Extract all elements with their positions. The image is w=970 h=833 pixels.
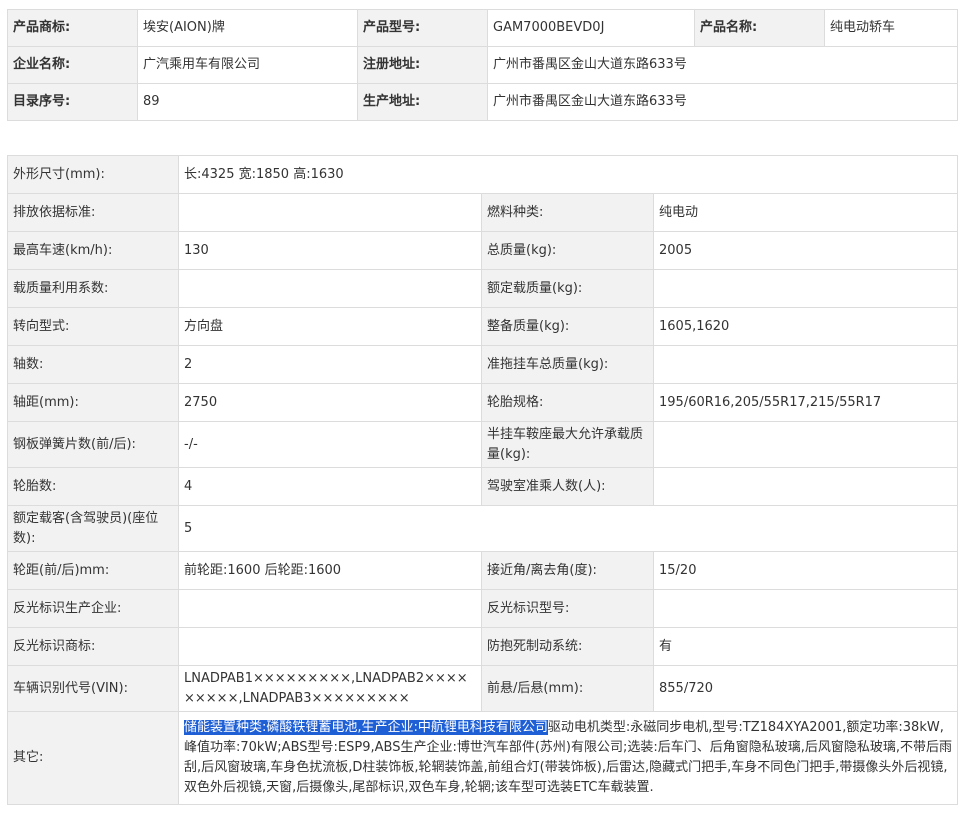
table-row: 其它: 储能装置种类:磷酸铁锂蓄电池,生产企业:中航锂电科技有限公司驱动电机类型…: [7, 711, 958, 805]
catalog-label: 目录序号:: [7, 83, 138, 121]
reflector-brand-value: [178, 627, 482, 666]
total-mass-label: 总质量(kg):: [481, 231, 654, 270]
reflector-model-label: 反光标识型号:: [481, 589, 654, 628]
spring-value: -/-: [178, 421, 482, 468]
prod-address-label: 生产地址:: [357, 83, 488, 121]
load-coef-label: 载质量利用系数:: [7, 269, 179, 308]
reflector-maker-label: 反光标识生产企业:: [7, 589, 179, 628]
tire-spec-value: 195/60R16,205/55R17,215/55R17: [653, 383, 958, 422]
other-value: 储能装置种类:磷酸铁锂蓄电池,生产企业:中航锂电科技有限公司驱动电机类型:永磁同…: [178, 711, 958, 805]
prod-address-value: 广州市番禺区金山大道东路633号: [487, 83, 958, 121]
table-row: 轴数: 2 准拖挂车总质量(kg):: [7, 345, 958, 384]
overhang-value: 855/720: [653, 665, 958, 712]
product-name-label: 产品名称:: [694, 9, 825, 47]
seats-label: 额定载客(含驾驶员)(座位数):: [7, 505, 179, 552]
reflector-model-value: [653, 589, 958, 628]
trailer-mass-value: [653, 345, 958, 384]
table-row: 载质量利用系数: 额定载质量(kg):: [7, 269, 958, 308]
abs-label: 防抱死制动系统:: [481, 627, 654, 666]
table-row: 转向型式: 方向盘 整备质量(kg): 1605,1620: [7, 307, 958, 346]
reflector-maker-value: [178, 589, 482, 628]
fuel-value: 纯电动: [653, 193, 958, 232]
steering-label: 转向型式:: [7, 307, 179, 346]
company-label: 企业名称:: [7, 46, 138, 84]
table-row: 轮距(前/后)mm: 前轮距:1600 后轮距:1600 接近角/离去角(度):…: [7, 551, 958, 590]
reg-address-label: 注册地址:: [357, 46, 488, 84]
catalog-value: 89: [137, 83, 358, 121]
selected-text-highlight[interactable]: 储能装置种类:磷酸铁锂蓄电池,生产企业:中航锂电科技有限公司: [184, 720, 548, 735]
spring-label: 钢板弹簧片数(前/后):: [7, 421, 179, 468]
fuel-label: 燃料种类:: [481, 193, 654, 232]
brand-label: 产品商标:: [7, 9, 138, 47]
speed-label: 最高车速(km/h):: [7, 231, 179, 270]
rated-load-value: [653, 269, 958, 308]
table-row: 最高车速(km/h): 130 总质量(kg): 2005: [7, 231, 958, 270]
cab-value: [653, 467, 958, 506]
table-row: 产品商标: 埃安(AION)牌 产品型号: GAM7000BEVD0J 产品名称…: [7, 9, 958, 47]
table-row: 额定载客(含驾驶员)(座位数): 5: [7, 505, 958, 552]
total-mass-value: 2005: [653, 231, 958, 270]
dimensions-value: 长:4325 宽:1850 高:1630: [178, 155, 958, 194]
curb-mass-label: 整备质量(kg):: [481, 307, 654, 346]
company-value: 广汽乘用车有限公司: [137, 46, 358, 84]
axles-label: 轴数:: [7, 345, 179, 384]
table-row: 排放依据标准: 燃料种类: 纯电动: [7, 193, 958, 232]
table-row: 目录序号: 89 生产地址: 广州市番禺区金山大道东路633号: [7, 83, 958, 121]
track-value: 前轮距:1600 后轮距:1600: [178, 551, 482, 590]
table-row: 车辆识别代号(VIN): LNADPAB1×××××××××,LNADPAB2×…: [7, 665, 958, 712]
product-name-value: 纯电动轿车: [824, 9, 958, 47]
reg-address-value: 广州市番禺区金山大道东路633号: [487, 46, 958, 84]
rated-load-label: 额定载质量(kg):: [481, 269, 654, 308]
brand-value: 埃安(AION)牌: [137, 9, 358, 47]
saddle-value: [653, 421, 958, 468]
table-row: 钢板弹簧片数(前/后): -/- 半挂车鞍座最大允许承载质量(kg):: [7, 421, 958, 468]
seats-value: 5: [178, 505, 958, 552]
model-value: GAM7000BEVD0J: [487, 9, 695, 47]
spec-table: 外形尺寸(mm): 长:4325 宽:1850 高:1630 排放依据标准: 燃…: [7, 155, 958, 805]
other-label: 其它:: [7, 711, 179, 805]
saddle-label: 半挂车鞍座最大允许承载质量(kg):: [481, 421, 654, 468]
speed-value: 130: [178, 231, 482, 270]
table-row: 轴距(mm): 2750 轮胎规格: 195/60R16,205/55R17,2…: [7, 383, 958, 422]
product-info-table: 产品商标: 埃安(AION)牌 产品型号: GAM7000BEVD0J 产品名称…: [7, 9, 958, 121]
overhang-label: 前悬/后悬(mm):: [481, 665, 654, 712]
table-row: 轮胎数: 4 驾驶室准乘人数(人):: [7, 467, 958, 506]
cab-label: 驾驶室准乘人数(人):: [481, 467, 654, 506]
tires-label: 轮胎数:: [7, 467, 179, 506]
table-row: 企业名称: 广汽乘用车有限公司 注册地址: 广州市番禺区金山大道东路633号: [7, 46, 958, 84]
angle-value: 15/20: [653, 551, 958, 590]
emission-label: 排放依据标准:: [7, 193, 179, 232]
load-coef-value: [178, 269, 482, 308]
tire-spec-label: 轮胎规格:: [481, 383, 654, 422]
table-row: 反光标识生产企业: 反光标识型号:: [7, 589, 958, 628]
table-row: 反光标识商标: 防抱死制动系统: 有: [7, 627, 958, 666]
vin-label: 车辆识别代号(VIN):: [7, 665, 179, 712]
dimensions-label: 外形尺寸(mm):: [7, 155, 179, 194]
table-row: 外形尺寸(mm): 长:4325 宽:1850 高:1630: [7, 155, 958, 194]
steering-value: 方向盘: [178, 307, 482, 346]
curb-mass-value: 1605,1620: [653, 307, 958, 346]
axles-value: 2: [178, 345, 482, 384]
abs-value: 有: [653, 627, 958, 666]
tires-value: 4: [178, 467, 482, 506]
emission-value: [178, 193, 482, 232]
wheelbase-label: 轴距(mm):: [7, 383, 179, 422]
vin-value: LNADPAB1×××××××××,LNADPAB2×××××××××,LNAD…: [178, 665, 482, 712]
wheelbase-value: 2750: [178, 383, 482, 422]
angle-label: 接近角/离去角(度):: [481, 551, 654, 590]
trailer-mass-label: 准拖挂车总质量(kg):: [481, 345, 654, 384]
model-label: 产品型号:: [357, 9, 488, 47]
reflector-brand-label: 反光标识商标:: [7, 627, 179, 666]
track-label: 轮距(前/后)mm:: [7, 551, 179, 590]
